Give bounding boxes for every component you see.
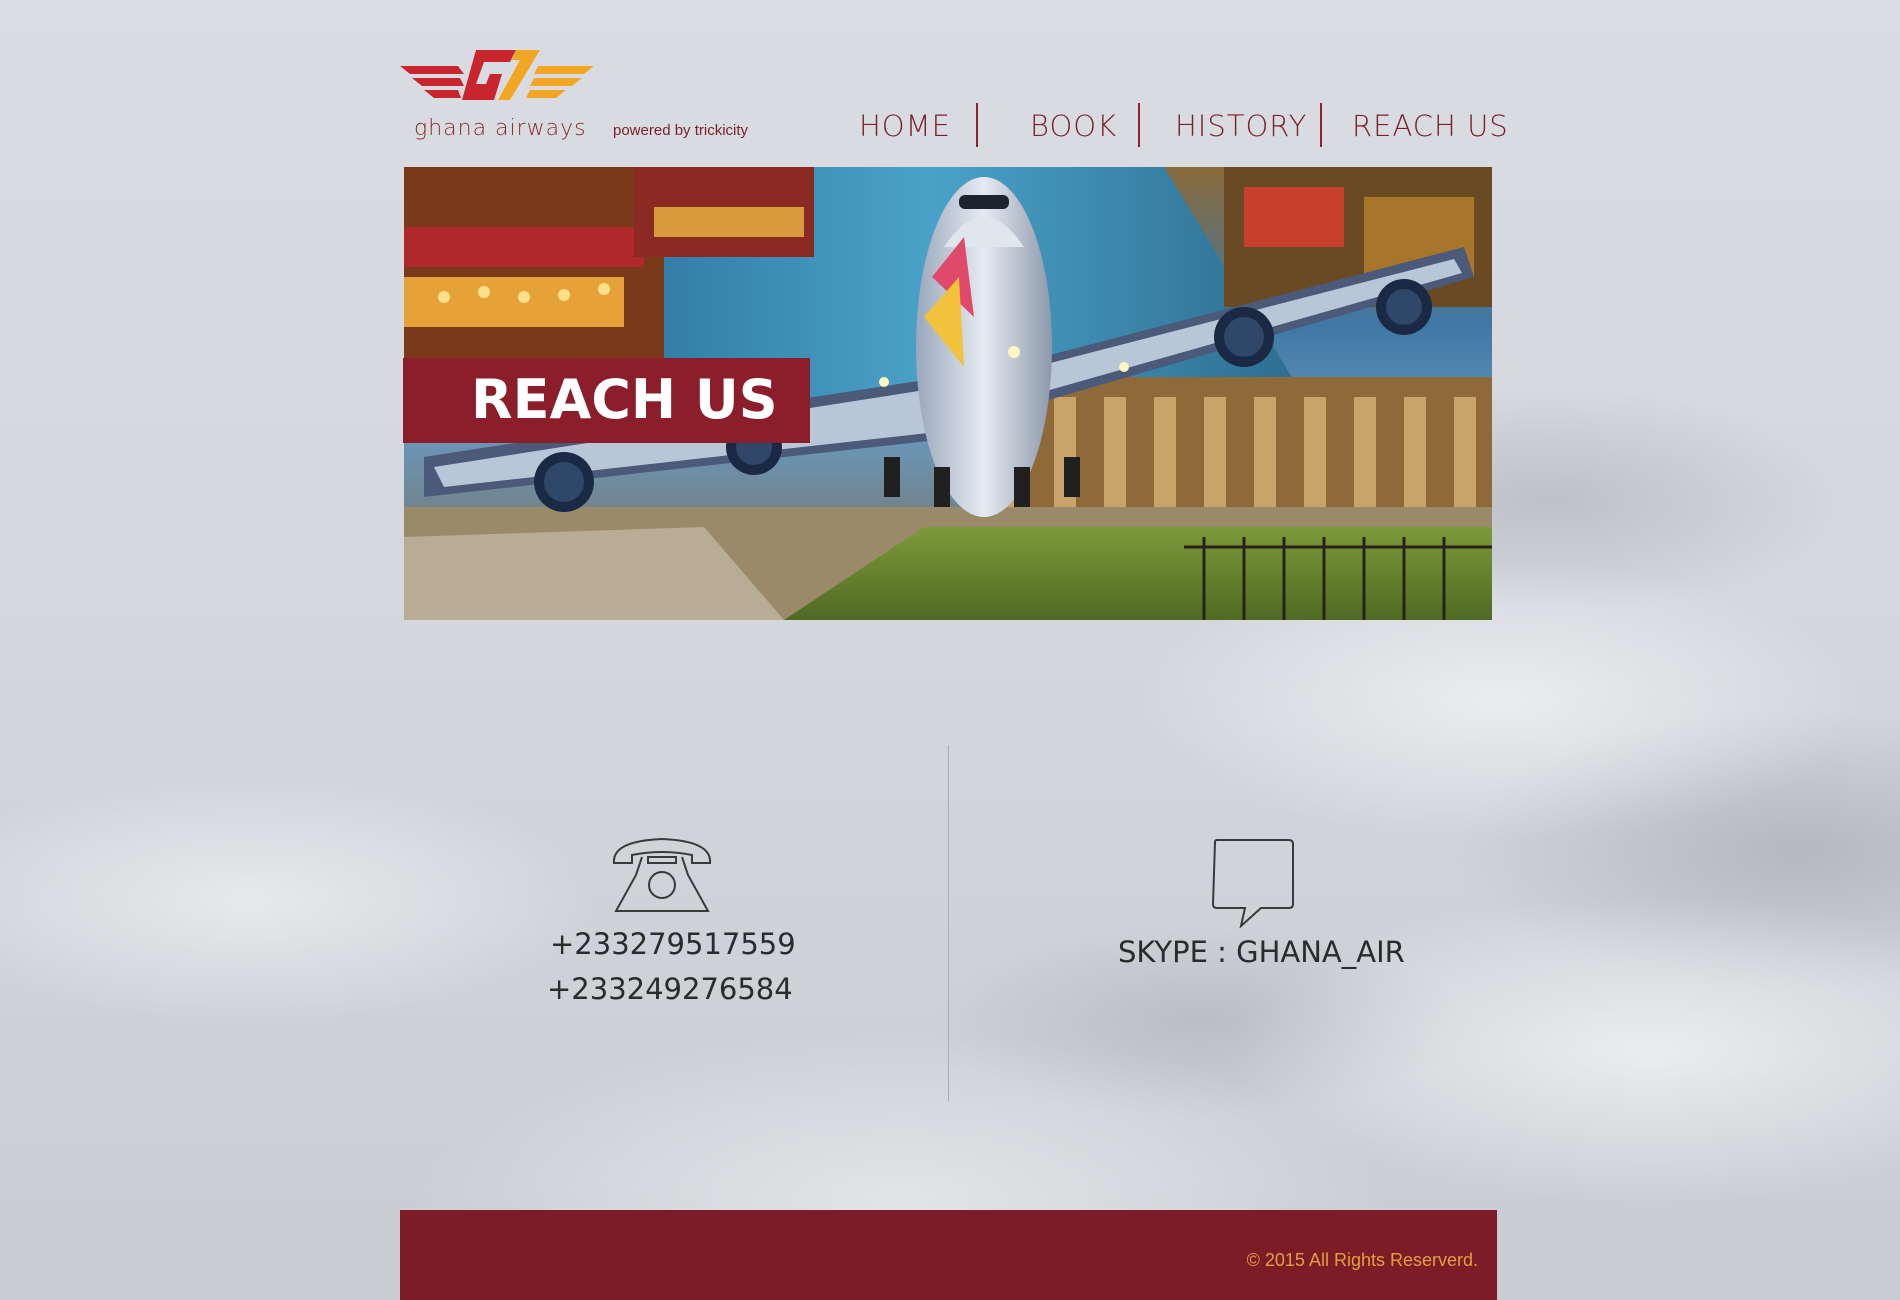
nav-separator xyxy=(1138,103,1140,147)
reach-us-banner-title: REACH US xyxy=(471,368,778,431)
reach-us-banner-badge: REACH US xyxy=(403,358,810,443)
contact-divider xyxy=(948,745,949,1101)
nav-reach-us[interactable]: REACH US xyxy=(1352,104,1509,148)
nav-history[interactable]: HISTORY xyxy=(1175,104,1307,148)
footer: © 2015 All Rights Reserverd. xyxy=(400,1210,1497,1300)
nav-separator xyxy=(1320,103,1322,147)
phone-number-2[interactable]: +233249276584 xyxy=(547,971,793,1007)
powered-by-text: powered by trickicity xyxy=(613,122,749,139)
telephone-icon xyxy=(612,837,712,912)
phone-number-1[interactable]: +233279517559 xyxy=(550,926,796,962)
logo-wordmark: ghana airways xyxy=(414,116,587,141)
nav-book[interactable]: BOOK xyxy=(1030,104,1117,148)
speech-bubble-icon xyxy=(1211,839,1294,928)
skype-contact[interactable]: SKYPE : GHANA_AIR xyxy=(1118,934,1405,970)
nav-separator xyxy=(976,103,978,147)
copyright-text: © 2015 All Rights Reserverd. xyxy=(1246,1250,1478,1270)
nav-home[interactable]: HOME xyxy=(859,104,951,148)
